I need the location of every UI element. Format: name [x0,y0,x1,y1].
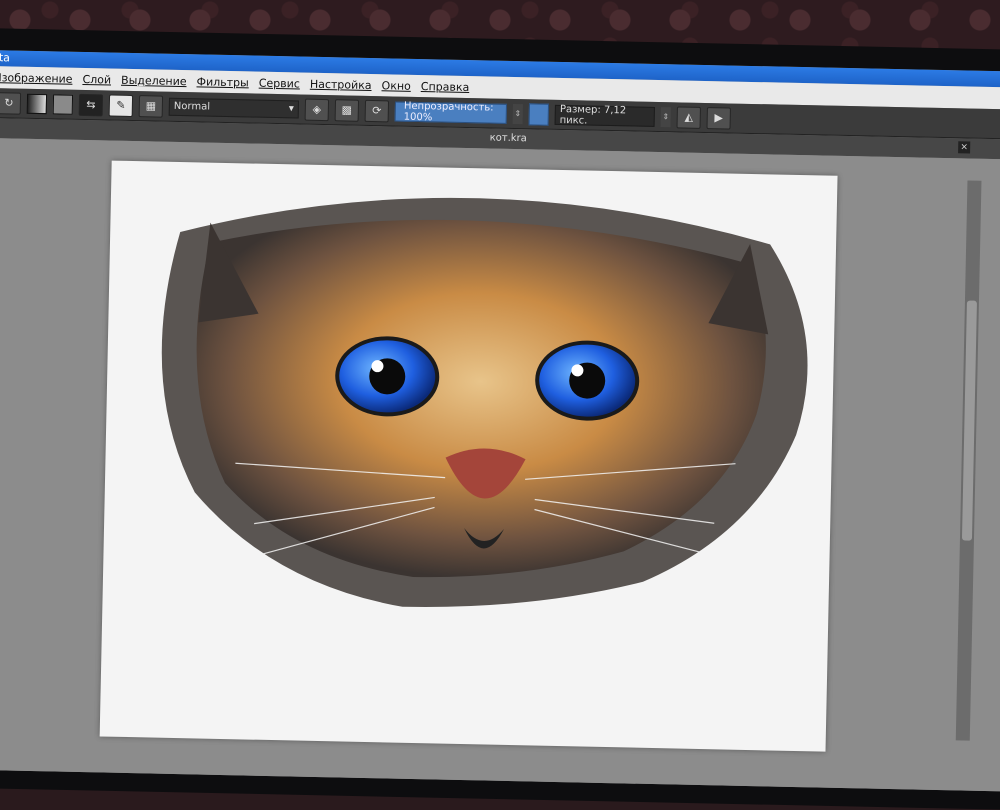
mirror-vertical-icon[interactable]: ▶ [706,106,731,130]
redo-icon[interactable]: ↻ [0,91,22,115]
menu-settings[interactable]: Настройка [310,77,372,91]
preserve-alpha-icon[interactable]: ▩ [334,98,360,122]
drawing-canvas[interactable] [99,160,838,752]
opacity-slider[interactable]: Непрозрачность: 100% [394,100,507,124]
blend-mode-select[interactable]: Normal ▾ [168,97,300,118]
menu-filters[interactable]: Фильтры [196,75,248,89]
canvas-workspace [0,137,1000,792]
opacity-label: Непрозрачность: 100% [403,100,494,123]
size-label: Размер: 7,12 пикс. [559,103,627,127]
brush-preset-icon[interactable]: ✎ [108,94,134,117]
close-icon[interactable]: × [958,141,971,154]
opacity-spinner[interactable]: ⇕ [512,103,523,124]
app-window: ita Изображение Слой Выделение Фильтры С… [0,50,1000,792]
chevron-down-icon: ▾ [288,103,294,115]
menu-image[interactable]: Изображение [0,71,73,86]
eraser-icon[interactable]: ◈ [304,98,330,121]
document-title: кот.kra [489,132,527,145]
mirror-horizontal-icon[interactable]: ◭ [676,105,701,129]
menu-select[interactable]: Выделение [121,73,187,87]
size-spinner[interactable]: ⇕ [660,106,671,127]
menu-tools[interactable]: Сервис [259,76,300,90]
grid-icon[interactable]: ▦ [138,94,164,118]
size-slider-fill[interactable] [528,102,550,126]
menu-layer[interactable]: Слой [82,72,111,86]
window-title: ita [0,51,11,65]
kitten-painting [161,197,808,607]
pattern-icon[interactable] [52,93,74,115]
reload-icon[interactable]: ⟳ [364,99,390,122]
blend-mode-value: Normal [173,100,211,113]
menu-help[interactable]: Справка [421,80,470,94]
swap-colors-icon[interactable]: ⇆ [78,93,104,116]
gradient-icon[interactable] [26,93,48,114]
menu-window[interactable]: Окно [381,79,411,93]
size-slider[interactable]: Размер: 7,12 пикс. [554,103,655,127]
